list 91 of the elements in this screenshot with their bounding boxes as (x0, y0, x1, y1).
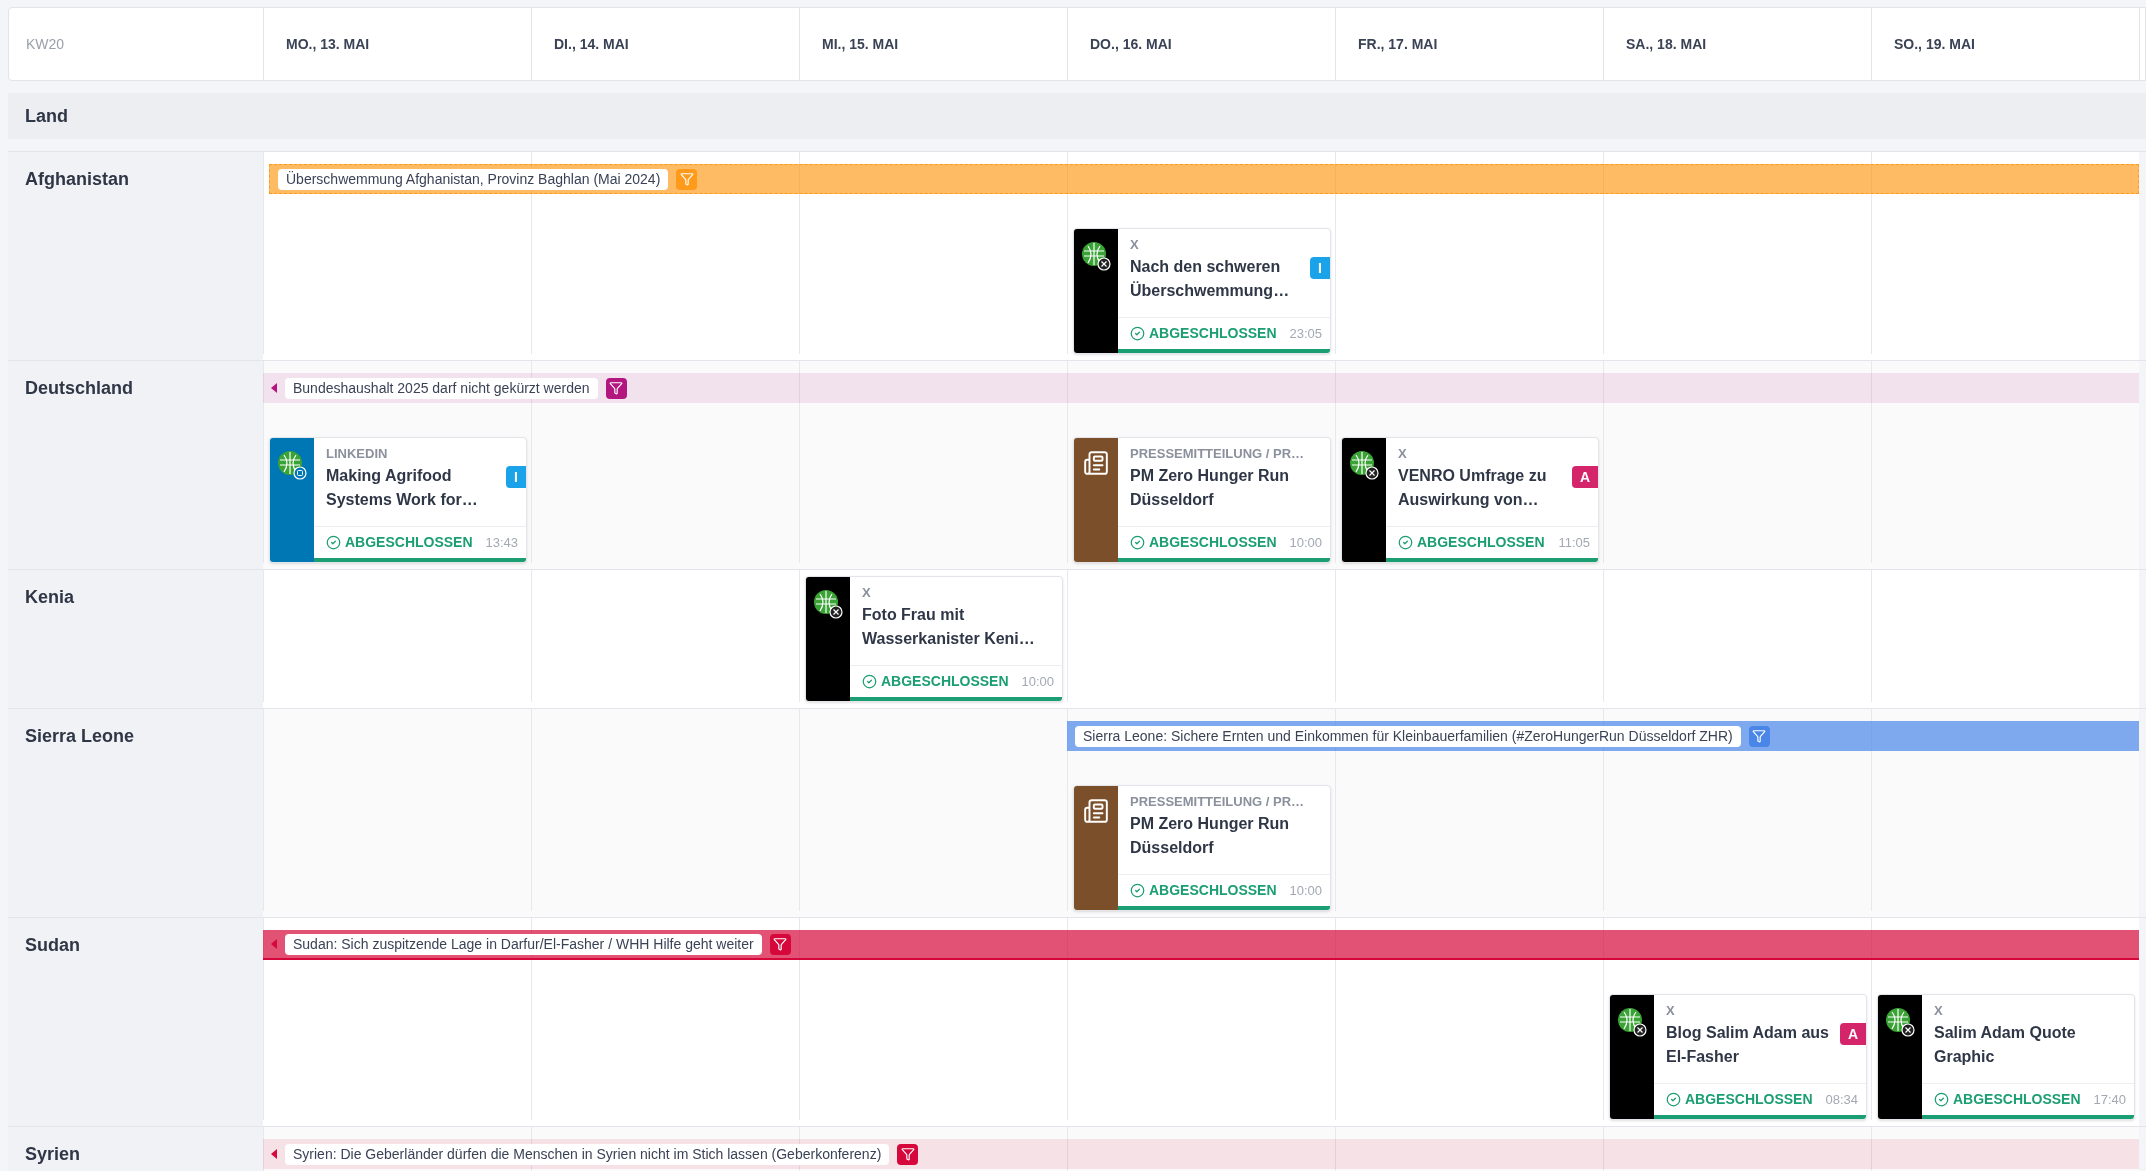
day-header: MO., 13. MAI (286, 34, 370, 54)
status-label: ABGESCHLOSSEN (1149, 881, 1277, 900)
globe-logo-icon (1081, 241, 1111, 271)
day-header: DO., 16. MAI (1090, 34, 1172, 54)
post-time: 10:00 (1021, 672, 1054, 691)
week-label: KW20 (26, 34, 65, 54)
country-label: Deutschland (25, 378, 134, 398)
campaign-bar[interactable]: Syrien: Die Geberländer dürfen die Menschen in Syrien nicht im Stich lassen (Geberkonferenz) (263, 1139, 2139, 1169)
channel-label: X (1934, 1003, 1944, 1019)
check-icon (326, 535, 341, 550)
channel-label: X (1666, 1003, 1676, 1019)
channel-label: PRESSEMITTEILUNG / PR… (1130, 794, 1306, 810)
post-card[interactable]: PRESSEMITTEILUNG / PR… PM Zero Hunger Run Düsseldorf ABGESCHLOSSEN 10:00 (1073, 437, 1331, 563)
status-label: ABGESCHLOSSEN (1417, 533, 1545, 552)
globe-logo-icon (1349, 450, 1379, 480)
post-card[interactable]: X Foto Frau mit Wasserkanister Keni… ABGESCHLOSSEN 10:00 (805, 576, 1063, 702)
campaign-label: Überschwemmung Afghanistan, Provinz Baghlan (Mai 2024) (278, 168, 669, 190)
check-icon (1130, 326, 1145, 341)
post-time: 13:43 (485, 533, 518, 552)
post-title: Blog Salim Adam aus El-Fasher (1666, 1023, 1830, 1067)
country-label: Kenia (25, 587, 75, 607)
check-icon (1130, 883, 1145, 898)
post-title: Salim Adam Quote Graphic (1934, 1023, 2077, 1067)
campaign-bar[interactable]: Sierra Leone: Sichere Ernten und Einkommen für Kleinbauerfamilien (#ZeroHungerRun Düsseldorf ZHR) (1067, 721, 2139, 751)
post-title: Foto Frau mit Wasserkanister Keni… (862, 605, 1036, 649)
day-header: SA., 18. MAI (1626, 34, 1707, 54)
country-label: Sudan (25, 935, 80, 955)
filter-icon[interactable] (1748, 725, 1770, 747)
check-icon (862, 674, 877, 689)
filter-icon[interactable] (769, 933, 791, 955)
post-time: 10:00 (1289, 533, 1322, 552)
globe-logo-icon (1885, 1007, 1915, 1037)
priority-tag: I (506, 466, 526, 488)
check-icon (1934, 1092, 1949, 1107)
channel-label: PRESSEMITTEILUNG / PR… (1130, 446, 1306, 462)
channel-label: X (1398, 446, 1408, 462)
caret-left-icon[interactable] (271, 383, 277, 393)
day-header: DI., 14. MAI (554, 34, 629, 54)
check-icon (1130, 535, 1145, 550)
country-label: Afghanistan (25, 169, 129, 189)
post-time: 23:05 (1289, 324, 1322, 343)
country-label: Sierra Leone (25, 726, 135, 746)
post-time: 11:05 (1558, 533, 1590, 552)
group-label: Land (25, 104, 68, 128)
priority-tag: I (1310, 257, 1330, 279)
filter-icon[interactable] (605, 377, 627, 399)
status-label: ABGESCHLOSSEN (1685, 1090, 1813, 1109)
post-time: 17:40 (2093, 1090, 2126, 1109)
day-header: FR., 17. MAI (1358, 34, 1438, 54)
campaign-bar[interactable]: Überschwemmung Afghanistan, Provinz Baghlan (Mai 2024) (269, 164, 2139, 194)
channel-label: X (1130, 237, 1140, 253)
campaign-label: Syrien: Die Geberländer dürfen die Menschen in Syrien nicht im Stich lassen (Geberkonferenz) (285, 1143, 890, 1165)
globe-logo-icon (277, 450, 307, 480)
post-card[interactable]: LINKEDIN Making Agrifood Systems Work for… I ABGESCHLOSSEN 13:43 (269, 437, 527, 563)
post-card[interactable]: PRESSEMITTEILUNG / PR… PM Zero Hunger Run Düsseldorf ABGESCHLOSSEN 10:00 (1073, 785, 1331, 911)
post-title: PM Zero Hunger Run Düsseldorf (1130, 814, 1291, 858)
check-icon (1666, 1092, 1681, 1107)
check-icon (1398, 535, 1413, 550)
caret-left-icon[interactable] (271, 1149, 277, 1159)
day-header: SO., 19. MAI (1894, 34, 1975, 54)
newspaper-icon (1083, 798, 1109, 824)
post-title: Making Agrifood Systems Work for… (326, 466, 479, 510)
status-label: ABGESCHLOSSEN (345, 533, 473, 552)
post-card[interactable]: X Blog Salim Adam aus El-Fasher A ABGESCHLOSSEN 08:34 (1609, 994, 1867, 1120)
status-label: ABGESCHLOSSEN (881, 672, 1009, 691)
filter-icon[interactable] (897, 1143, 919, 1165)
campaign-label: Bundeshaushalt 2025 darf nicht gekürzt werden (285, 377, 598, 399)
campaign-label: Sudan: Sich zuspitzende Lage in Darfur/El-Fasher / WHH Hilfe geht weiter (285, 933, 762, 955)
priority-tag: A (1571, 466, 1598, 488)
post-card[interactable]: X Nach den schweren Überschwemmung… I ABGESCHLOSSEN 23:05 (1073, 228, 1331, 354)
campaign-bar[interactable]: Sudan: Sich zuspitzende Lage in Darfur/El-Fasher / WHH Hilfe geht weiter (263, 930, 2139, 960)
channel-label: LINKEDIN (326, 446, 389, 462)
post-title: PM Zero Hunger Run Düsseldorf (1130, 466, 1291, 510)
globe-logo-icon (1617, 1007, 1647, 1037)
priority-tag: A (1839, 1023, 1866, 1045)
channel-label: X (862, 585, 872, 601)
post-time: 10:00 (1289, 881, 1322, 900)
campaign-label: Sierra Leone: Sichere Ernten und Einkommen für Kleinbauerfamilien (#ZeroHungerRun Düsseldorf ZHR) (1075, 725, 1741, 747)
post-time: 08:34 (1825, 1090, 1858, 1109)
post-title: Nach den schweren Überschwemmung… (1130, 257, 1291, 301)
status-label: ABGESCHLOSSEN (1149, 533, 1277, 552)
post-card[interactable]: X VENRO Umfrage zu Auswirkung von… A ABGESCHLOSSEN 11:05 (1341, 437, 1599, 563)
post-card[interactable]: X Salim Adam Quote Graphic ABGESCHLOSSEN 17:40 (1877, 994, 2135, 1120)
newspaper-icon (1083, 450, 1109, 476)
day-header: MI., 15. MAI (822, 34, 899, 54)
globe-logo-icon (813, 589, 843, 619)
status-label: ABGESCHLOSSEN (1953, 1090, 2081, 1109)
post-title: VENRO Umfrage zu Auswirkung von… (1398, 466, 1548, 510)
country-label: Syrien (25, 1144, 81, 1164)
status-label: ABGESCHLOSSEN (1149, 324, 1277, 343)
campaign-bar[interactable]: Bundeshaushalt 2025 darf nicht gekürzt werden (263, 373, 2139, 403)
